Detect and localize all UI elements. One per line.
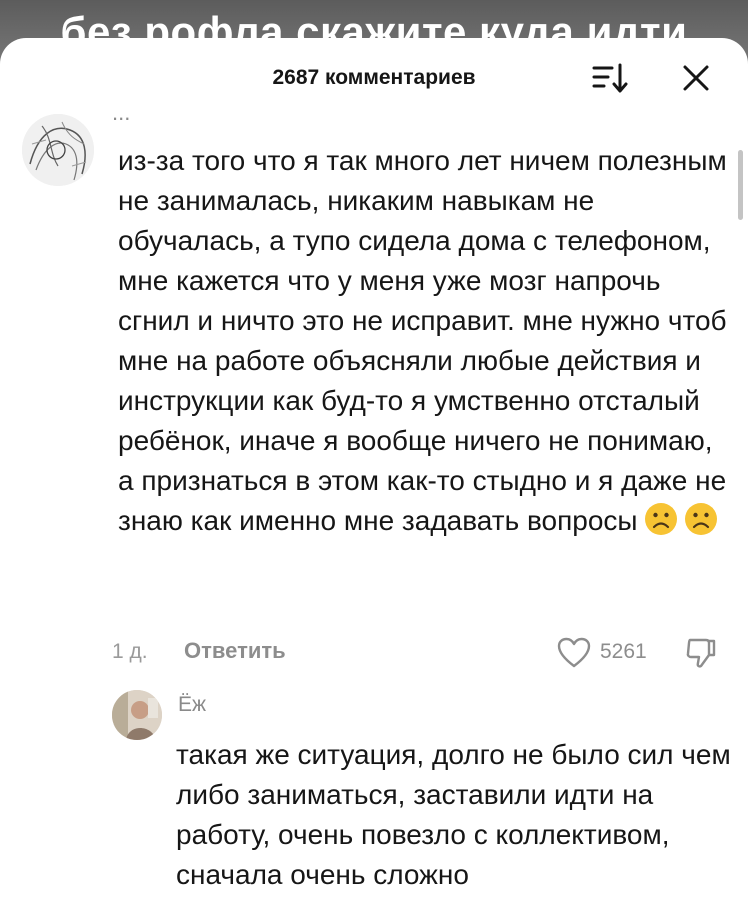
reply-button[interactable]: Ответить [184,638,286,664]
comment-text: из-за того что я так много лет ничем пол… [118,145,727,536]
reply-text: такая же ситуация, долго не было сил чем… [176,739,731,890]
close-icon [683,65,709,91]
sort-icon [592,63,628,93]
avatar[interactable] [22,114,94,186]
reply-avatar-image [112,690,162,740]
scrollbar-thumb[interactable] [738,150,743,220]
close-button[interactable] [678,60,714,96]
thumbs-down-icon [686,638,716,668]
comment-meta-row: 1 д. Ответить 5261 [112,636,732,670]
comments-sheet: 2687 комментариев ... из-за того что я т… [0,38,748,900]
sort-button[interactable] [588,60,628,96]
reply-avatar[interactable] [112,690,162,740]
comment-body: из-за того что я так много лет ничем пол… [118,141,728,541]
comments-count-title: 2687 комментариев [272,66,476,89]
like-count: 5261 [600,640,647,663]
dislike-button[interactable] [684,636,718,670]
reply-author-name[interactable]: Ёж [178,693,206,717]
reply-body: такая же ситуация, долго не было сил чем… [176,735,736,895]
like-button[interactable]: 5261 [556,636,666,670]
frowning-face-emoji [644,503,677,535]
sketch-avatar-image [22,114,94,186]
ellipsis-text: ... [112,100,131,125]
heart-icon [557,637,591,668]
comment-time: 1 д. [112,640,148,663]
frowning-face-emoji [684,503,717,535]
